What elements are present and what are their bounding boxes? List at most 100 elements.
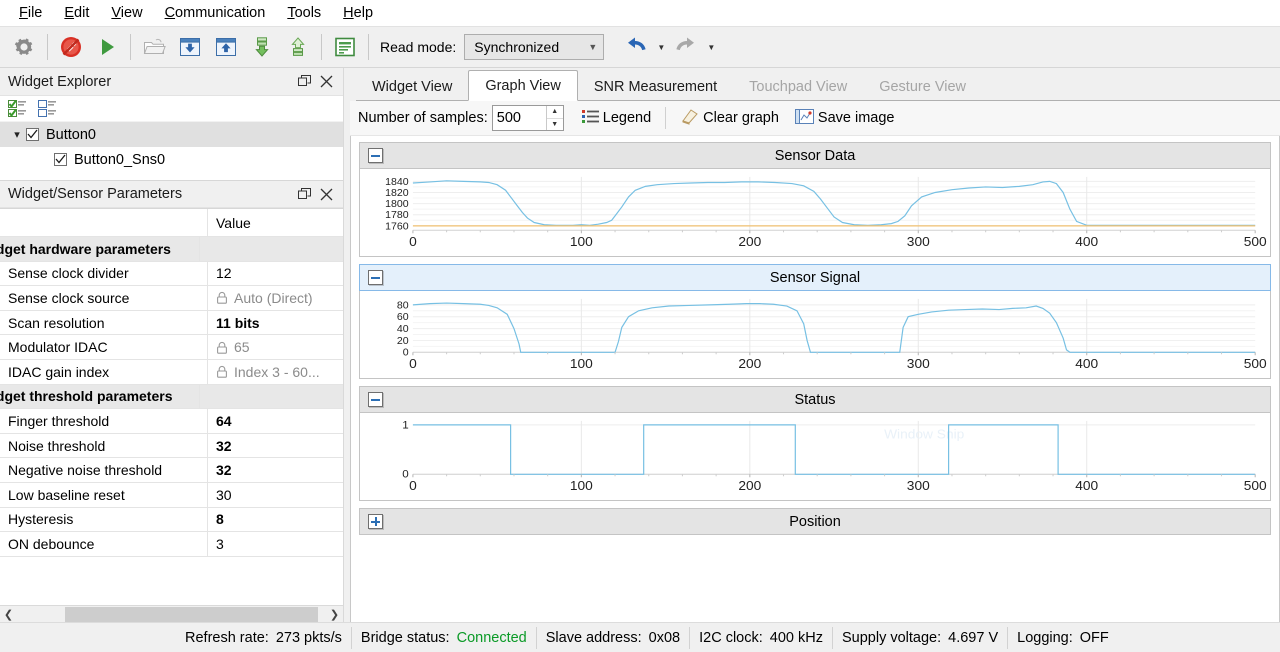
svg-text:0: 0 — [409, 357, 417, 371]
widget-tree[interactable]: ▾ Button0 Button0_Sns0 — [0, 122, 343, 180]
configure-icon[interactable] — [6, 29, 42, 65]
graph-section-title: Sensor Signal — [769, 269, 861, 286]
spinner-up-icon[interactable]: ▲ — [546, 106, 563, 119]
parameter-row[interactable]: Modulator IDAC 65 — [0, 335, 343, 360]
open-folder-icon[interactable] — [136, 29, 172, 65]
samples-input[interactable]: 500 — [493, 110, 546, 126]
parameter-row[interactable]: Sense clock divider 12 — [0, 261, 343, 287]
graph-section-header[interactable]: Sensor Signal — [359, 264, 1271, 291]
start-icon[interactable] — [89, 29, 125, 65]
svg-text:1: 1 — [402, 420, 408, 432]
chevron-down-icon[interactable]: ▾ — [8, 128, 26, 141]
uncheck-all-icon[interactable] — [36, 98, 60, 120]
status-label: Bridge status: — [360, 629, 450, 646]
undo-icon[interactable] — [618, 29, 654, 65]
scroll-track[interactable] — [17, 606, 326, 623]
close-icon[interactable] — [315, 183, 337, 205]
tab-graph-view[interactable]: Graph View — [468, 70, 578, 101]
collapse-icon[interactable] — [368, 148, 383, 163]
expand-icon[interactable] — [368, 514, 383, 529]
menu-item-edit[interactable]: Edit — [53, 2, 100, 24]
samples-stepper[interactable]: 500 ▲ ▼ — [491, 105, 564, 131]
samples-spinner[interactable]: ▲ ▼ — [545, 106, 563, 130]
upload-to-project-icon[interactable] — [280, 29, 316, 65]
parameters-hscrollbar[interactable]: ❮ ❯ — [0, 605, 343, 622]
save-image-button[interactable]: Save image — [787, 103, 903, 134]
parameter-row[interactable]: Sense clock source Auto (Direct) — [0, 286, 343, 311]
menu-item-file[interactable]: File — [8, 2, 53, 24]
read-from-device-icon[interactable] — [172, 29, 208, 65]
scroll-thumb[interactable] — [65, 606, 318, 622]
checkbox-button0[interactable] — [26, 128, 39, 141]
log-icon[interactable] — [327, 29, 363, 65]
scroll-right-icon[interactable]: ❯ — [326, 606, 343, 623]
samples-label: Number of samples: — [358, 110, 488, 126]
apply-to-device-icon[interactable] — [244, 29, 280, 65]
parameter-row[interactable]: IDAC gain index Index 3 - 60... — [0, 359, 343, 385]
parameter-row[interactable]: Finger threshold 64 — [0, 409, 343, 434]
app-window: FileEditViewCommunicationToolsHelp — [0, 0, 1280, 652]
parameter-row[interactable]: Low baseline reset 30 — [0, 482, 343, 508]
save-image-icon — [794, 108, 814, 129]
tab-snr-measurement[interactable]: SNR Measurement — [577, 73, 734, 101]
tree-item-button0[interactable]: ▾ Button0 — [0, 122, 343, 147]
parameter-value[interactable]: 8 — [208, 508, 343, 532]
parameter-name: ON debounce — [0, 532, 208, 556]
graph-section-header[interactable]: Status — [359, 386, 1271, 413]
parameter-row[interactable]: Noise threshold 32 — [0, 433, 343, 459]
read-mode-label: Read mode: — [380, 39, 457, 55]
parameter-row[interactable]: Negative noise threshold 32 — [0, 458, 343, 483]
stop-icon[interactable] — [53, 29, 89, 65]
parameter-value-text: Index 3 - 60... — [234, 363, 320, 380]
parameter-value[interactable]: 11 bits — [208, 311, 343, 335]
graph-section-position: Position — [359, 508, 1271, 535]
status-value: 0x08 — [648, 629, 681, 646]
parameter-value[interactable]: 12 — [208, 262, 343, 286]
menu-item-help[interactable]: Help — [332, 2, 384, 24]
write-to-device-icon[interactable] — [208, 29, 244, 65]
menu-item-view[interactable]: View — [100, 2, 153, 24]
graph-section-header[interactable]: Sensor Data — [359, 142, 1271, 169]
status-label: Supply voltage: — [841, 629, 942, 646]
parameter-value[interactable] — [200, 385, 343, 409]
float-icon[interactable] — [293, 183, 315, 205]
menu-item-tools[interactable]: Tools — [276, 2, 332, 24]
graph-plot-status[interactable]: Window Snip 0 1 0 100 200 300 400 500 — [359, 413, 1271, 501]
tree-item-button0_sns0[interactable]: Button0_Sns0 — [0, 147, 343, 172]
close-icon[interactable] — [315, 71, 337, 93]
legend-button[interactable]: Legend — [574, 104, 659, 133]
menu-item-communication[interactable]: Communication — [154, 2, 277, 24]
svg-text:0: 0 — [402, 469, 408, 481]
parameter-value[interactable]: 30 — [208, 483, 343, 507]
column-header-value: Value — [216, 214, 251, 231]
read-mode-select[interactable]: Synchronized ▼ — [464, 34, 605, 60]
checkbox-button0_sns0[interactable] — [54, 153, 67, 166]
tab-widget-view[interactable]: Widget View — [356, 73, 469, 101]
parameter-value[interactable]: 32 — [208, 434, 343, 458]
status-value: OFF — [1079, 629, 1109, 646]
graph-plot-sensor-signal[interactable]: 0 20 40 60 80 0 100 200 300 400 500 — [359, 291, 1271, 379]
redo-dropdown-icon[interactable]: ▼ — [704, 29, 718, 65]
graph-plot-sensor-data[interactable]: 1760 1780 1800 1820 1840 0 100 200 300 400 500 — [359, 169, 1271, 257]
svg-text:1780: 1780 — [385, 210, 409, 221]
spinner-down-icon[interactable]: ▼ — [546, 118, 563, 130]
svg-text:Window Snip: Window Snip — [884, 427, 964, 441]
redo-icon[interactable] — [668, 29, 704, 65]
graph-section-header[interactable]: Position — [359, 508, 1271, 535]
parameter-value[interactable]: 64 — [208, 409, 343, 433]
parameter-row[interactable]: ON debounce 3 — [0, 532, 343, 557]
svg-text:300: 300 — [907, 479, 930, 493]
parameter-value-text: 11 bits — [216, 314, 260, 331]
collapse-icon[interactable] — [368, 270, 383, 285]
parameter-value[interactable] — [200, 237, 343, 261]
collapse-icon[interactable] — [368, 392, 383, 407]
scroll-left-icon[interactable]: ❮ — [0, 606, 17, 623]
float-icon[interactable] — [293, 71, 315, 93]
check-all-icon[interactable] — [6, 98, 30, 120]
parameter-row[interactable]: Hysteresis 8 — [0, 507, 343, 533]
parameter-value[interactable]: 3 — [208, 532, 343, 556]
undo-dropdown-icon[interactable]: ▼ — [654, 29, 668, 65]
parameter-value[interactable]: 32 — [208, 458, 343, 482]
clear-graph-button[interactable]: Clear graph — [672, 103, 787, 134]
parameter-row[interactable]: Scan resolution 11 bits — [0, 310, 343, 336]
